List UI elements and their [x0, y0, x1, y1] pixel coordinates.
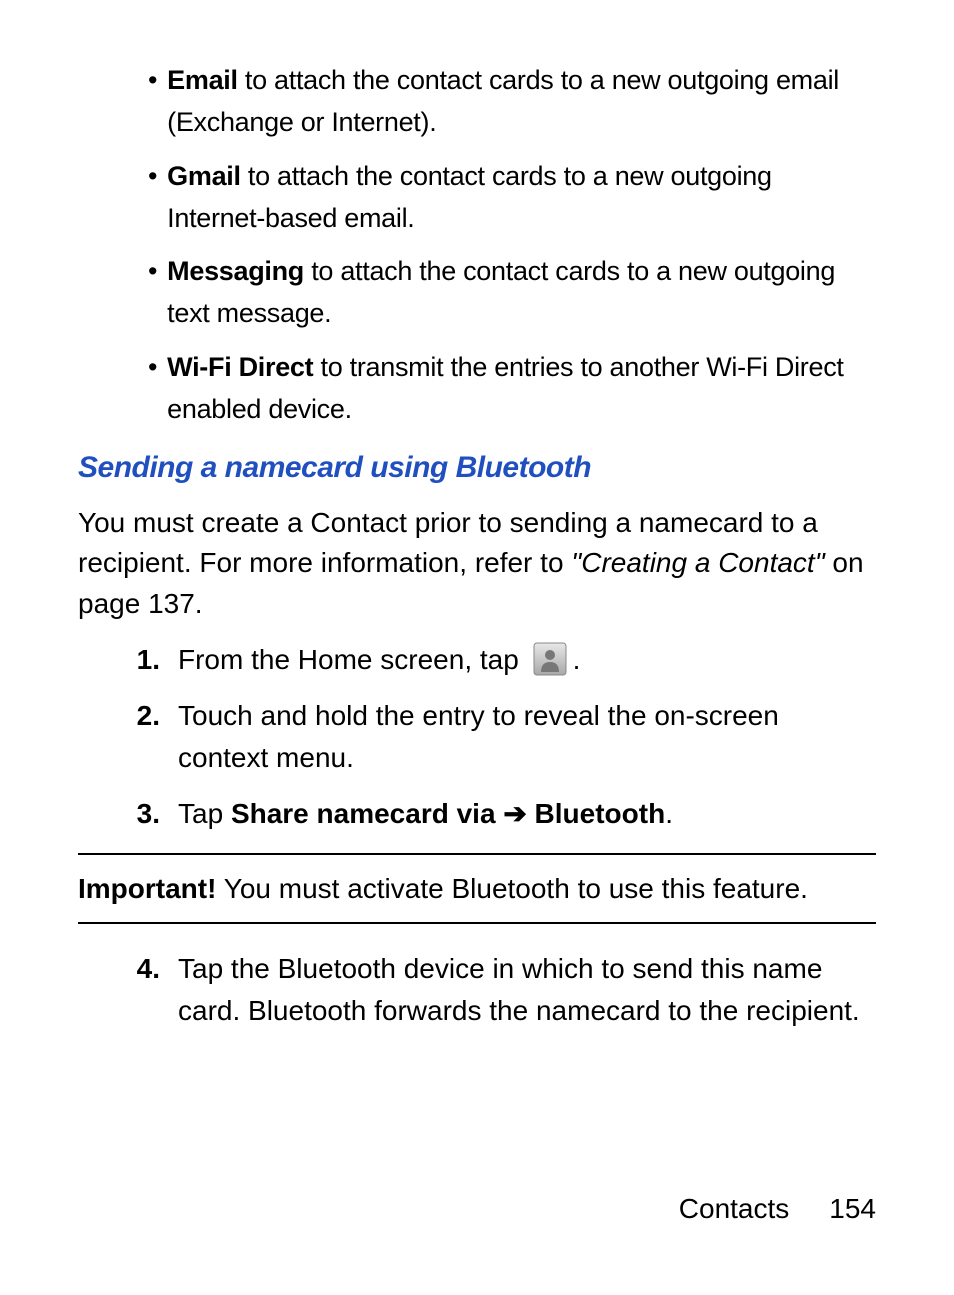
contacts-icon: [533, 642, 567, 676]
bullet-marker: •: [148, 156, 157, 240]
page-footer: Contacts 154: [679, 1193, 876, 1225]
step-text: Tap the Bluetooth device in which to sen…: [178, 948, 876, 1032]
step-number: 2.: [108, 695, 160, 779]
intro-ref: "Creating a Contact": [571, 547, 824, 578]
step-number: 4.: [108, 948, 160, 1032]
bullet-text: Messaging to attach the contact cards to…: [167, 251, 876, 335]
intro-paragraph: You must create a Contact prior to sendi…: [78, 503, 876, 625]
step-text: Touch and hold the entry to reveal the o…: [178, 695, 876, 779]
divider-bottom: [78, 922, 876, 924]
step-1-pre: From the Home screen, tap: [178, 644, 527, 675]
step-3-bold1: Share namecard via: [231, 798, 503, 829]
bullet-text: Email to attach the contact cards to a n…: [167, 60, 876, 144]
numbered-list: 1. From the Home screen, tap . 2. Touch …: [108, 639, 876, 835]
important-label: Important!: [78, 873, 216, 904]
bullet-text: Gmail to attach the contact cards to a n…: [167, 156, 876, 240]
step-number: 3.: [108, 793, 160, 835]
bullet-marker: •: [148, 60, 157, 144]
bullet-label: Wi-Fi Direct: [167, 352, 313, 382]
important-note: Important! You must activate Bluetooth t…: [78, 869, 876, 908]
bullet-marker: •: [148, 347, 157, 431]
step-3-bold2: Bluetooth: [527, 798, 665, 829]
footer-page: 154: [829, 1193, 876, 1224]
bullet-item-wifi-direct: • Wi-Fi Direct to transmit the entries t…: [148, 347, 876, 431]
bullet-item-email: • Email to attach the contact cards to a…: [148, 60, 876, 144]
step-2: 2. Touch and hold the entry to reveal th…: [108, 695, 876, 779]
bullet-marker: •: [148, 251, 157, 335]
step-text: From the Home screen, tap .: [178, 639, 876, 681]
step-4: 4. Tap the Bluetooth device in which to …: [108, 948, 876, 1032]
bullet-text: Wi-Fi Direct to transmit the entries to …: [167, 347, 876, 431]
bullet-label: Messaging: [167, 256, 304, 286]
bullet-body: to attach the contact cards to a new out…: [167, 65, 839, 137]
bullet-label: Gmail: [167, 161, 241, 191]
bullet-item-messaging: • Messaging to attach the contact cards …: [148, 251, 876, 335]
step-3: 3. Tap Share namecard via ➔ Bluetooth.: [108, 793, 876, 835]
bullet-item-gmail: • Gmail to attach the contact cards to a…: [148, 156, 876, 240]
step-3-tap: Tap: [178, 798, 231, 829]
footer-section: Contacts: [679, 1193, 790, 1224]
step-number: 1.: [108, 639, 160, 681]
important-text: You must activate Bluetooth to use this …: [216, 873, 808, 904]
arrow-icon: ➔: [503, 798, 526, 829]
section-heading: Sending a namecard using Bluetooth: [78, 451, 876, 485]
bullet-body: to attach the contact cards to a new out…: [167, 161, 772, 233]
step-1: 1. From the Home screen, tap .: [108, 639, 876, 681]
bullet-label: Email: [167, 65, 238, 95]
step-text: Tap Share namecard via ➔ Bluetooth.: [178, 793, 876, 835]
divider-top: [78, 853, 876, 855]
numbered-list-cont: 4. Tap the Bluetooth device in which to …: [108, 948, 876, 1032]
bullet-list: • Email to attach the contact cards to a…: [148, 60, 876, 431]
step-3-end: .: [665, 798, 673, 829]
step-1-post: .: [573, 644, 581, 675]
